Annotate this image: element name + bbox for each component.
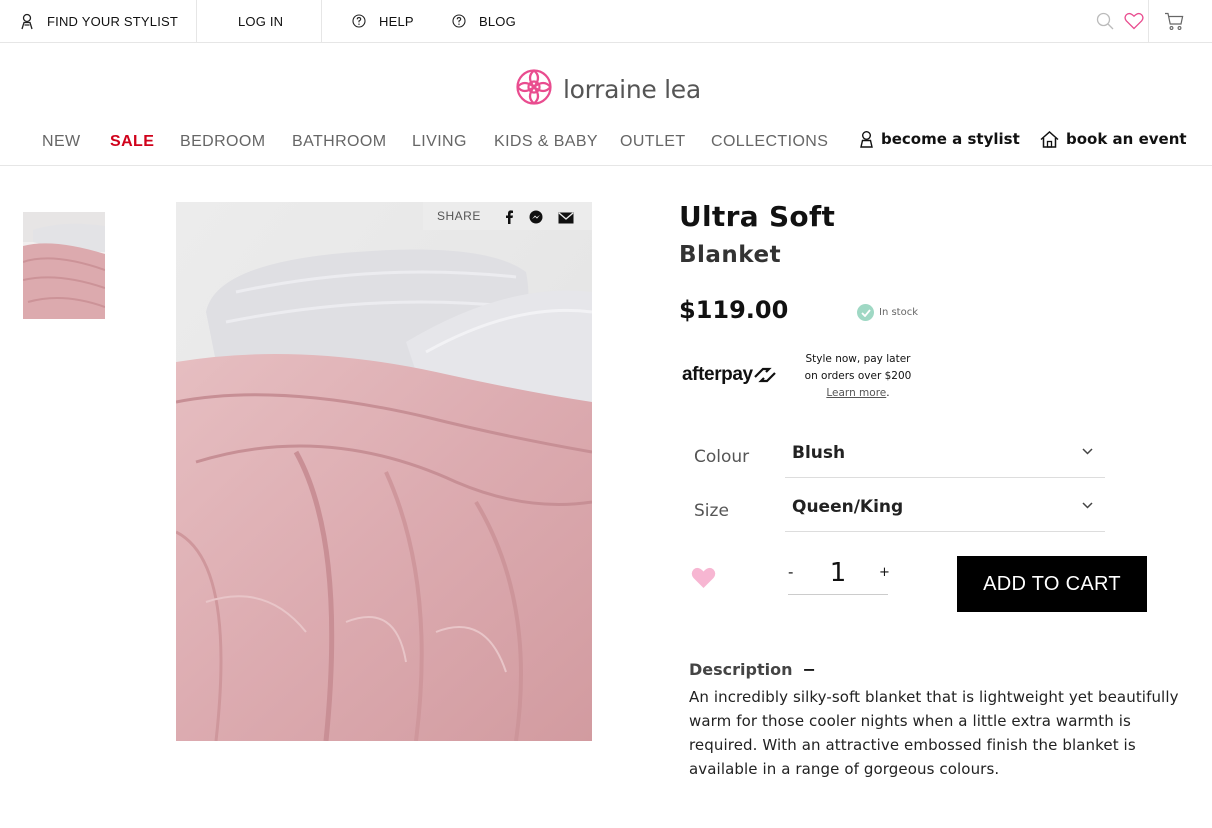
quantity-stepper: - 1 + [788,555,890,595]
nav-item-sale[interactable]: SALE [110,133,154,151]
book-event-link[interactable]: book an event [1040,130,1187,148]
product-thumbnail[interactable] [23,212,105,319]
find-stylist-label: FIND YOUR STYLIST [47,13,179,29]
facebook-icon[interactable] [504,209,514,228]
login-label: LOG IN [238,13,284,29]
heart-filled-icon[interactable] [691,566,716,593]
question-circle-icon [352,14,366,28]
nav-item-bathroom[interactable]: BATHROOM [292,133,386,151]
chevron-down-icon [1082,502,1093,509]
blog-label: BLOG [479,13,516,29]
stock-label: In stock [879,307,919,318]
description-header[interactable]: Description − [689,660,816,679]
nav-item-living[interactable]: LIVING [412,133,467,151]
product-main-image[interactable] [176,202,592,741]
learn-more-link[interactable]: Learn more [826,387,886,399]
chevron-down-icon [1082,448,1093,455]
nav-item-collections[interactable]: COLLECTIONS [711,133,828,151]
colour-value: Blush [792,442,846,463]
product-title: Ultra Soft [679,200,836,233]
messenger-icon[interactable] [529,209,543,228]
brand-logo[interactable]: lorraine lea [514,67,701,111]
find-stylist-link[interactable]: FIND YOUR STYLIST [20,0,178,42]
nav-item-bedroom[interactable]: BEDROOM [180,133,265,151]
divider [1148,0,1149,42]
login-link[interactable]: LOG IN [238,0,283,42]
nav-item-kids-baby[interactable]: KIDS & BABY [494,133,598,151]
cart-icon[interactable] [1164,12,1184,35]
search-icon[interactable] [1096,12,1114,34]
share-label: SHARE [437,209,481,223]
divider [196,0,197,42]
quantity-increase-button[interactable]: + [879,565,890,580]
colour-label: Colour [694,447,750,467]
size-value: Queen/King [792,496,904,517]
become-stylist-link[interactable]: become a stylist [859,130,1020,148]
become-stylist-label: become a stylist [881,130,1020,148]
stylist-icon [20,13,34,30]
afterpay-info: Style now, pay later on orders over $200… [800,351,916,402]
colour-select[interactable]: Blush [785,428,1105,478]
size-select[interactable]: Queen/King [785,482,1105,532]
share-bar: SHARE [423,202,592,230]
divider [321,0,322,42]
book-event-label: book an event [1066,130,1187,148]
afterpay-wordmark: afterpay [682,364,753,385]
house-icon [1040,130,1059,148]
flower-logo-icon [514,67,554,111]
main-navigation: NEW SALE BEDROOM BATHROOM LIVING KIDS & … [0,120,1212,166]
product-subtitle: Blanket [679,242,782,268]
collapse-toggle[interactable]: − [802,660,815,679]
afterpay-line-1: Style now, pay later [805,353,911,365]
quantity-value[interactable]: 1 [788,558,888,588]
nav-item-new[interactable]: NEW [42,133,81,151]
top-utility-bar: FIND YOUR STYLIST LOG IN HELP BLOG [0,0,1212,43]
afterpay-line-2: on orders over $200 [804,370,912,382]
heart-outline-icon[interactable] [1124,12,1144,34]
envelope-icon[interactable] [558,209,574,228]
check-circle-icon [857,304,874,321]
afterpay-arrows-icon [753,367,776,383]
help-label: HELP [379,13,414,29]
description-heading: Description [689,660,793,679]
brand-name: lorraine lea [563,74,701,104]
size-label: Size [694,501,729,521]
product-price: $119.00 [679,296,789,324]
stylist-icon [860,131,873,148]
nav-item-outlet[interactable]: OUTLET [620,133,686,151]
description-body: An incredibly silky-soft blanket that is… [689,688,1179,778]
stock-status: In stock [857,304,918,321]
help-link[interactable]: HELP [352,0,414,42]
add-to-cart-button[interactable]: ADD TO CART [957,556,1147,612]
blog-link[interactable]: BLOG [452,0,516,42]
afterpay-logo: afterpay [682,364,777,386]
question-circle-icon [452,14,466,28]
